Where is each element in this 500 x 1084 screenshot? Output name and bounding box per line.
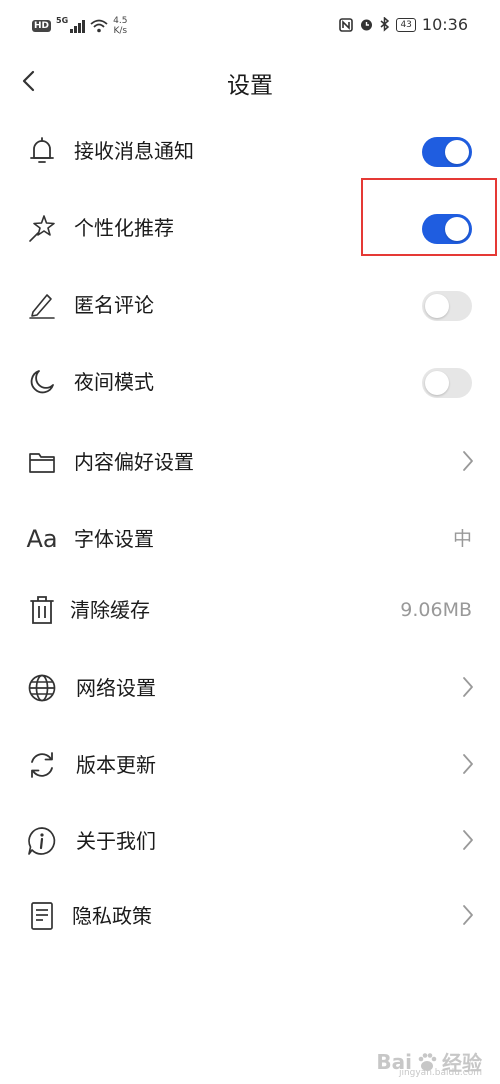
setting-row-about-us[interactable]: 关于我们 xyxy=(0,803,500,879)
hd-badge: HD xyxy=(32,20,52,32)
speed-unit: K/s xyxy=(113,26,128,36)
network-type: 5G xyxy=(56,16,69,25)
moon-icon xyxy=(26,366,58,398)
setting-label: 接收消息通知 xyxy=(74,139,194,163)
setting-row-night-mode[interactable]: 夜间模式 xyxy=(0,344,500,420)
setting-label: 版本更新 xyxy=(76,753,156,777)
status-bar: HD 5G 4.5 K/s 43 10:36 xyxy=(0,0,500,56)
document-icon xyxy=(26,900,58,932)
chevron-right-icon xyxy=(463,905,473,925)
pen-icon xyxy=(26,289,58,321)
toggle-knob xyxy=(425,371,449,395)
watermark: Bai 经验 jingyan.baidu.com xyxy=(376,1047,482,1079)
folder-icon xyxy=(26,446,58,478)
setting-label: 清除缓存 xyxy=(70,598,150,622)
chevron-right-icon xyxy=(463,451,473,471)
setting-row-clear-cache[interactable]: 清除缓存 9.06MB xyxy=(0,572,500,648)
battery-icon: 43 xyxy=(396,17,416,32)
page-title: 设置 xyxy=(227,73,273,99)
trash-icon xyxy=(26,594,58,626)
chevron-right-icon xyxy=(463,830,473,850)
bell-icon xyxy=(26,135,58,167)
speed-value: 4.5 xyxy=(113,16,128,26)
setting-label: 隐私政策 xyxy=(72,904,152,928)
setting-row-privacy-policy[interactable]: 隐私政策 xyxy=(0,878,500,954)
setting-label: 个性化推荐 xyxy=(74,216,174,240)
font-aa-text: Aa xyxy=(26,525,58,553)
cache-size-value: 9.06MB xyxy=(400,599,472,621)
toggle-knob xyxy=(445,140,469,164)
alarm-icon xyxy=(361,19,373,31)
setting-row-version-update[interactable]: 版本更新 xyxy=(0,727,500,803)
setting-label: 匿名评论 xyxy=(74,293,154,317)
chevron-right-icon xyxy=(463,677,473,697)
sparkle-star-icon xyxy=(26,212,58,244)
setting-label: 字体设置 xyxy=(74,527,154,551)
chevron-right-icon xyxy=(463,754,473,774)
network-speed: 4.5 K/s xyxy=(113,16,127,36)
anonymous-toggle[interactable] xyxy=(422,291,472,321)
notifications-toggle[interactable] xyxy=(422,137,472,167)
night-mode-toggle[interactable] xyxy=(422,368,472,398)
font-size-value: 中 xyxy=(452,528,472,550)
highlight-annotation xyxy=(361,178,497,256)
clock: 10:36 xyxy=(421,15,468,34)
signal-icon xyxy=(70,19,86,33)
setting-row-content-preference[interactable]: 内容偏好设置 xyxy=(0,424,500,500)
toggle-knob xyxy=(425,294,449,318)
setting-label: 内容偏好设置 xyxy=(74,450,194,474)
watermark-url: jingyan.baidu.com xyxy=(398,1068,482,1078)
setting-row-font[interactable]: Aa 字体设置 中 xyxy=(0,501,500,577)
status-right: 43 10:36 xyxy=(339,15,468,34)
setting-row-network[interactable]: 网络设置 xyxy=(0,650,500,726)
setting-row-anonymous[interactable]: 匿名评论 xyxy=(0,267,500,343)
setting-label: 夜间模式 xyxy=(74,370,154,394)
status-left: HD 5G 4.5 K/s xyxy=(32,16,127,36)
globe-icon xyxy=(26,672,58,704)
bluetooth-icon xyxy=(380,17,390,32)
font-aa-icon: Aa xyxy=(26,523,58,555)
setting-label: 关于我们 xyxy=(76,829,156,853)
info-icon xyxy=(26,825,58,857)
refresh-icon xyxy=(26,749,58,781)
setting-label: 网络设置 xyxy=(76,676,156,700)
nfc-icon xyxy=(339,17,354,32)
header: 设置 xyxy=(0,56,500,112)
wifi-icon xyxy=(90,19,108,33)
